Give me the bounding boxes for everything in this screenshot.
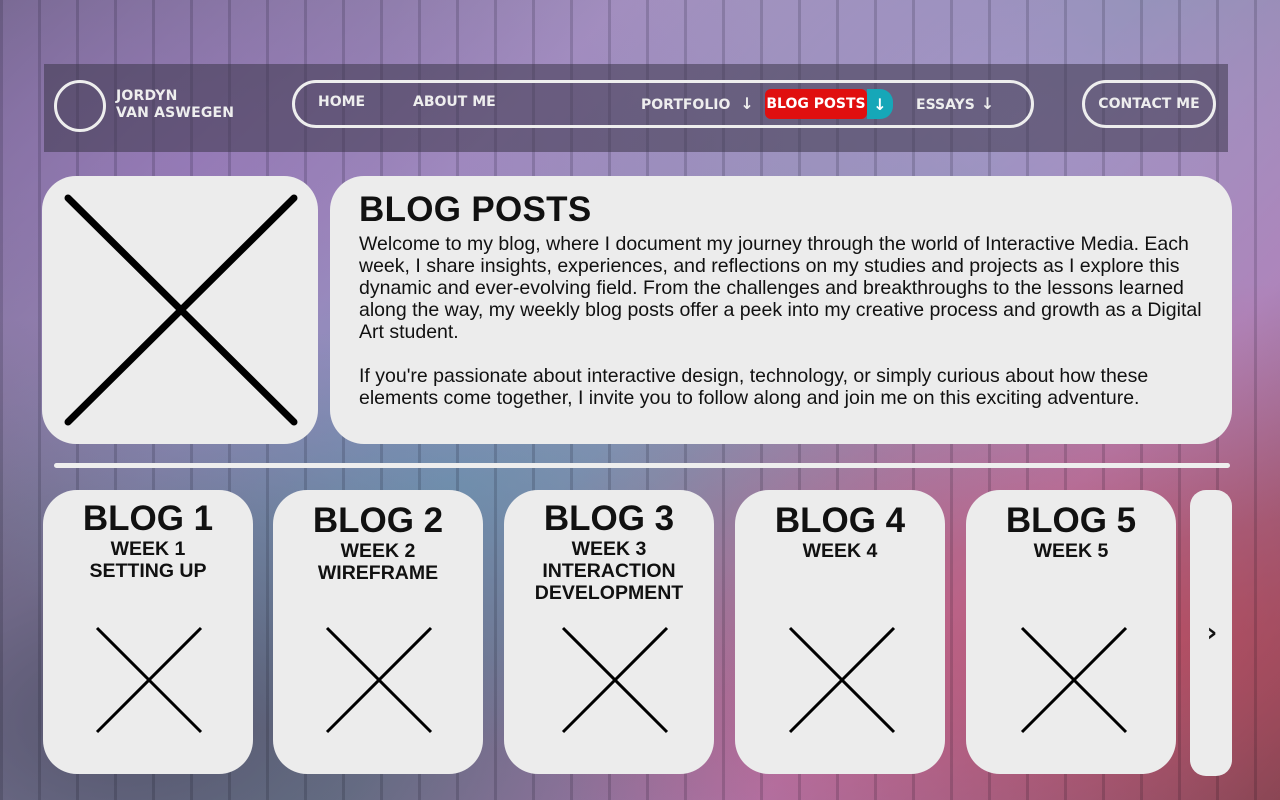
image-placeholder-icon [95,626,203,734]
nav-portfolio[interactable]: PORTFOLIO ↓ [641,94,754,113]
blog-card-2[interactable]: BLOG 2 WEEK 2 WIREFRAME [273,490,483,774]
chevron-right-icon: › [1206,618,1218,648]
brand-last-name: VAN ASWEGEN [116,105,235,121]
blog-card-topic: SETTING UP [89,560,207,582]
blog-card-3[interactable]: BLOG 3 WEEK 3 INTERACTION DEVELOPMENT [504,490,714,774]
intro-paragraph-1: Welcome to my blog, where I document my … [359,233,1202,343]
blog-card-title: BLOG 2 [312,501,444,540]
hero-image-placeholder [42,176,318,444]
arrow-down-icon[interactable]: ↓ [867,89,893,119]
image-placeholder-icon [1020,626,1128,734]
intro-paragraph-2: If you're passionate about interactive d… [359,365,1149,409]
nav-portfolio-label: PORTFOLIO [641,97,731,113]
image-placeholder-icon [561,626,669,734]
blog-card-week: WEEK 2 [340,540,416,562]
nav-blog-posts[interactable]: BLOG POSTS [765,89,867,119]
blog-card-title: BLOG 5 [1005,501,1137,540]
blog-card-topic: WIREFRAME [317,562,439,584]
avatar[interactable] [54,80,106,132]
page-title: BLOG POSTS [359,190,592,229]
brand-first-name: JORDYN [116,88,178,104]
blog-card-week: WEEK 5 [1033,540,1109,562]
blog-card-4[interactable]: BLOG 4 WEEK 4 [735,490,945,774]
nav-about[interactable]: ABOUT ME [413,94,496,110]
arrow-down-icon: ↓ [740,94,754,113]
blog-card-title: BLOG 4 [774,501,906,540]
brand-name[interactable]: JORDYN VAN ASWEGEN [116,88,234,122]
blog-card-title: BLOG 1 [82,499,214,538]
image-placeholder-icon [64,194,298,426]
blog-card-week: WEEK 4 [802,540,878,562]
arrow-down-icon: ↓ [980,94,995,113]
image-placeholder-icon [788,626,896,734]
blog-card-5[interactable]: BLOG 5 WEEK 5 [966,490,1176,774]
intro-panel: BLOG POSTS Welcome to my blog, where I d… [330,176,1232,444]
section-divider [54,463,1230,468]
nav-essays-label: ESSAYS [916,97,975,113]
blog-card-1[interactable]: BLOG 1 WEEK 1 SETTING UP [43,490,253,774]
blog-card-week: WEEK 1 [110,538,186,560]
blog-card-title: BLOG 3 [543,499,675,538]
nav-essays[interactable]: ESSAYS ↓ [916,94,994,113]
nav-home[interactable]: HOME [318,94,365,110]
blog-card-week: WEEK 3 [571,538,647,560]
contact-button[interactable]: CONTACT ME [1082,80,1216,128]
image-placeholder-icon [325,626,433,734]
carousel-next-button[interactable]: › [1190,490,1232,776]
blog-card-topic: INTERACTION DEVELOPMENT [534,560,684,604]
